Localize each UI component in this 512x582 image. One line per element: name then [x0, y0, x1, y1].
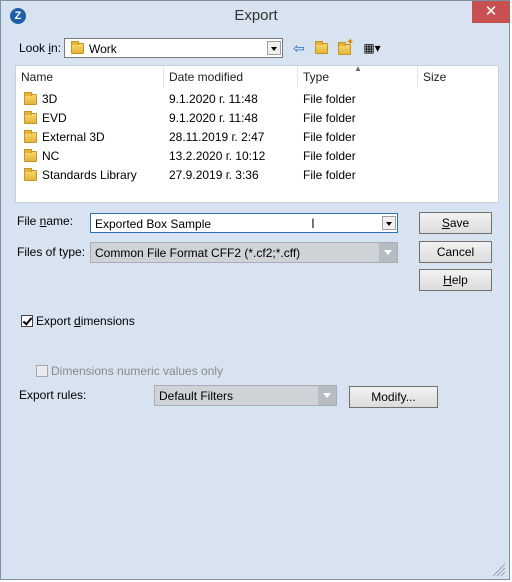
cancel-button[interactable]: Cancel [419, 241, 492, 263]
item-date: 13.2.2020 г. 10:12 [169, 149, 266, 163]
list-item[interactable]: Standards Library 27.9.2019 г. 3:36 File… [16, 166, 498, 185]
export-rules-label: Export rules: [19, 388, 87, 402]
file-name-label: File name: [17, 214, 73, 228]
new-folder-button[interactable]: ✦ [335, 37, 355, 57]
up-folder-icon [315, 41, 328, 54]
item-name: NC [42, 149, 60, 163]
numeric-values-only-label: Dimensions numeric values only [51, 364, 224, 378]
save-button-key: S [441, 216, 450, 230]
item-date: 9.1.2020 г. 11:48 [169, 92, 258, 106]
chevron-down-icon[interactable] [318, 386, 336, 405]
item-date: 27.9.2019 г. 3:36 [169, 168, 259, 182]
export-dimensions-checkbox[interactable] [21, 315, 33, 327]
item-name: Standards Library [42, 168, 137, 182]
title-bar: Z Export ✕ [1, 1, 510, 31]
column-header-type[interactable]: Type [298, 66, 418, 88]
file-type-label: Files of type: [17, 245, 86, 259]
modify-button[interactable]: Modify... [349, 386, 438, 408]
close-button[interactable]: ✕ [472, 1, 510, 23]
file-type-value: Common File Format CFF2 (*.cf2;*.cff) [95, 246, 301, 260]
export-rules-value: Default Filters [159, 389, 234, 403]
export-dimensions-suffix: imensions [80, 314, 135, 328]
folder-icon [24, 92, 37, 105]
list-item[interactable]: 3D 9.1.2020 г. 11:48 File folder [16, 90, 498, 109]
folder-icon [24, 130, 37, 143]
column-header-name[interactable]: Name [16, 66, 164, 88]
folder-icon [24, 111, 37, 124]
item-type: File folder [303, 130, 356, 144]
look-in-label-prefix: Look [19, 41, 49, 55]
file-name-label-prefix: File [17, 214, 40, 228]
help-button-rest: elp [451, 273, 468, 287]
item-name: 3D [42, 92, 58, 106]
list-item[interactable]: NC 13.2.2020 г. 10:12 File folder [16, 147, 498, 166]
sparkle-icon: ✦ [346, 37, 355, 48]
item-date: 28.11.2019 г. 2:47 [169, 130, 265, 144]
save-button-rest: ave [449, 216, 470, 230]
view-menu-icon[interactable]: ▦▾ [358, 39, 386, 57]
item-type: File folder [303, 92, 356, 106]
look-in-dropdown[interactable]: Work [64, 38, 283, 58]
export-dimensions-key: d [74, 314, 81, 328]
text-cursor-icon: I [311, 215, 315, 231]
folder-icon [71, 41, 84, 54]
item-name: External 3D [42, 130, 105, 144]
item-type: File folder [303, 111, 356, 125]
up-folder-button[interactable] [312, 39, 332, 57]
export-dialog: Z Export ✕ Look in: Work ⇦ ✦ ▦▾ ▲ Name D… [0, 0, 510, 580]
chevron-down-icon[interactable] [379, 243, 397, 262]
export-dimensions-label[interactable]: Export dimensions [36, 314, 135, 328]
column-header-size[interactable]: Size [418, 66, 498, 88]
chevron-down-icon[interactable] [382, 216, 396, 230]
file-name-label-suffix: ame: [46, 214, 74, 228]
help-button[interactable]: Help [419, 269, 492, 291]
folder-icon [24, 149, 37, 162]
export-dimensions-prefix: Export [36, 314, 75, 328]
item-name: EVD [42, 111, 67, 125]
list-item[interactable]: External 3D 28.11.2019 г. 2:47 File fold… [16, 128, 498, 147]
export-rules-dropdown[interactable]: Default Filters [154, 385, 337, 406]
dialog-title: Export [234, 7, 278, 24]
look-in-label: Look in: [19, 41, 61, 55]
folder-icon [24, 168, 37, 181]
file-list: ▲ Name Date modified Type Size 3D 9.1.20… [15, 64, 499, 203]
column-header-date[interactable]: Date modified [164, 66, 298, 88]
item-type: File folder [303, 149, 356, 163]
file-name-value: Exported Box Sample [95, 217, 212, 231]
file-type-dropdown[interactable]: Common File Format CFF2 (*.cf2;*.cff) [90, 242, 398, 263]
look-in-value: Work [89, 42, 117, 56]
item-date: 9.1.2020 г. 11:48 [169, 111, 258, 125]
numeric-values-only-checkbox[interactable] [36, 365, 48, 377]
file-name-input[interactable]: Exported Box Sample I [90, 213, 398, 233]
save-button[interactable]: Save [419, 212, 492, 234]
back-icon[interactable]: ⇦ [290, 39, 308, 57]
item-type: File folder [303, 168, 356, 182]
list-item[interactable]: EVD 9.1.2020 г. 11:48 File folder [16, 109, 498, 128]
help-button-key: H [443, 273, 452, 287]
resize-grip-icon[interactable] [490, 561, 506, 577]
look-in-label-suffix: n: [51, 41, 62, 55]
chevron-down-icon[interactable] [267, 41, 281, 55]
